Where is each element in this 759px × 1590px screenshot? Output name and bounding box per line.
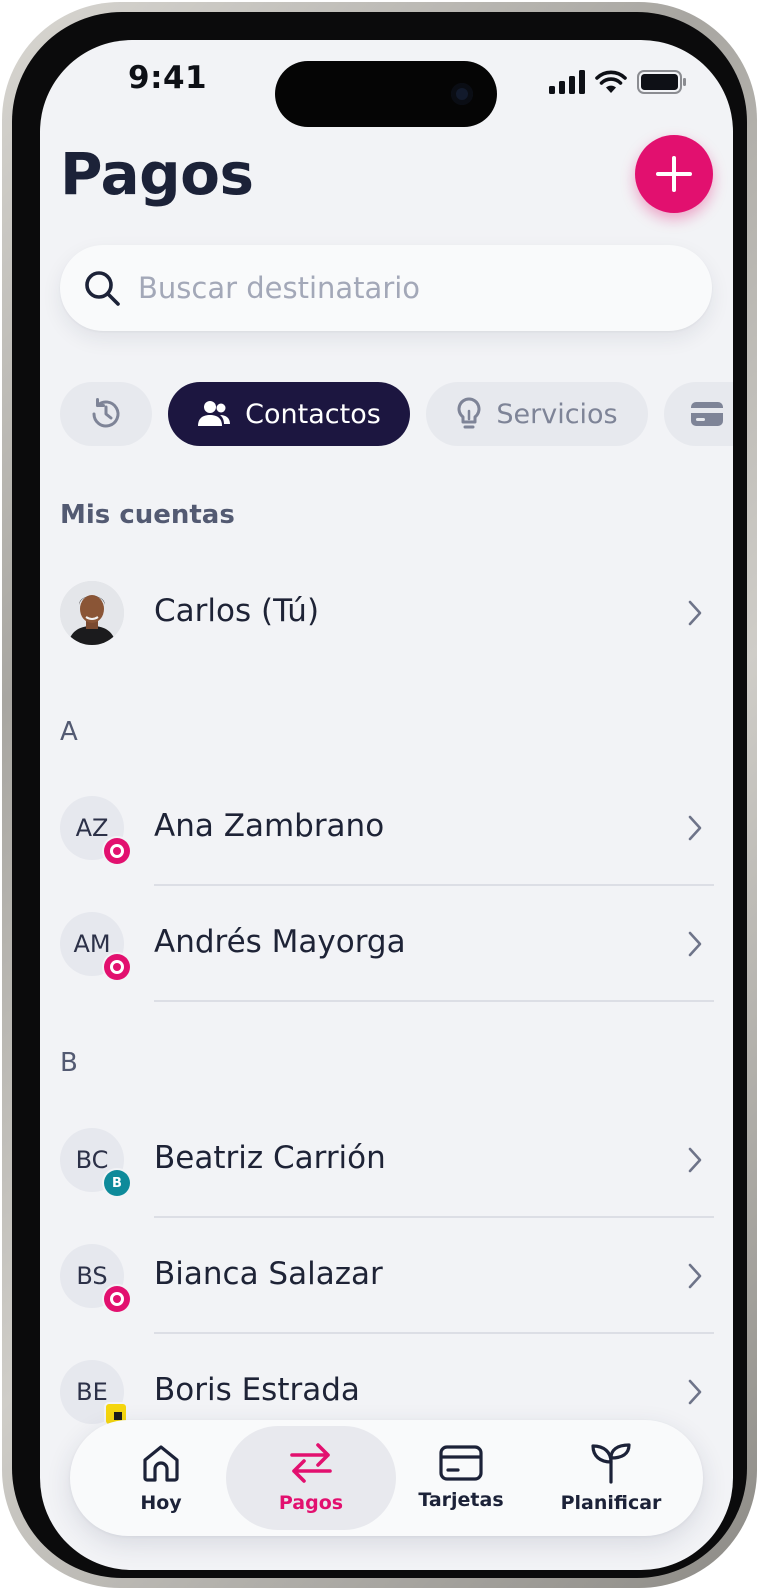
card-icon [691,402,723,426]
contact-row[interactable]: BS Bianca Salazar [40,1218,733,1334]
contact-row[interactable]: AZ Ana Zambrano [40,770,733,886]
tab-history[interactable] [60,382,152,446]
tab-cards[interactable] [664,382,733,446]
sprout-icon [591,1443,631,1484]
contact-name: Boris Estrada [154,1372,360,1408]
search-icon [82,268,122,308]
tab-contactos[interactable]: Contactos [168,382,410,446]
search-field[interactable]: Buscar destinatario [60,245,712,331]
tab-servicios-label: Servicios [496,398,618,430]
phone-frame: 9:41 Pagos Buscar destinatario Contactos… [2,2,757,1588]
contact-row[interactable]: BC B Beatriz Carrión [40,1102,733,1218]
chevron-right-icon [688,931,702,957]
page-title: Pagos [60,140,254,208]
tab-contactos-label: Contactos [245,398,381,430]
status-time: 9:41 [128,60,208,96]
bank-badge-icon [104,1286,130,1312]
cellular-signal-icon [549,70,585,94]
wifi-icon [595,70,627,93]
history-icon [92,398,120,428]
camera-icon [451,83,473,105]
nav-label: Pagos [278,1492,344,1514]
contact-name: Carlos (Tú) [154,593,320,629]
avatar-initials: BC [75,1146,109,1174]
chevron-right-icon [688,815,702,841]
phone-bezel: 9:41 Pagos Buscar destinatario Contactos… [12,12,747,1578]
chevron-right-icon [688,1263,702,1289]
lightbulb-icon [457,397,481,429]
app-screen: 9:41 Pagos Buscar destinatario Contactos… [40,40,733,1570]
home-icon [143,1445,179,1482]
account-row-self[interactable]: Carlos (Tú) [40,555,733,671]
status-indicators [549,70,687,94]
nav-item-planificar[interactable]: Planificar [526,1426,696,1530]
dynamic-island [275,61,497,127]
tab-servicios[interactable]: Servicios [426,382,648,446]
search-placeholder: Buscar destinatario [138,271,421,305]
contact-name: Ana Zambrano [154,808,385,844]
bank-badge-text: B [112,1175,122,1191]
nav-item-tarjetas[interactable]: Tarjetas [376,1426,546,1530]
chevron-right-icon [688,600,702,626]
bank-badge-icon [104,954,130,980]
nav-label: Planificar [560,1492,662,1514]
avatar-initials: BE [76,1378,108,1406]
card-icon [439,1445,483,1481]
contact-row[interactable]: AM Andrés Mayorga [40,886,733,1002]
bank-badge-icon [104,838,130,864]
plus-icon [656,156,692,192]
contact-name: Andrés Mayorga [154,924,406,960]
section-header-mis-cuentas: Mis cuentas [60,500,235,530]
avatar [60,581,124,645]
avatar-initials: AM [73,930,111,958]
filter-tabs: Contactos Servicios [60,382,733,446]
avatar-initials: BS [76,1262,108,1290]
chevron-right-icon [688,1379,702,1405]
contact-name: Beatriz Carrión [154,1140,386,1176]
chevron-right-icon [688,1147,702,1173]
user-photo-icon [60,581,124,645]
nav-item-hoy[interactable]: Hoy [76,1426,246,1530]
users-icon [198,401,231,426]
contact-name: Bianca Salazar [154,1256,383,1292]
bank-badge-icon: B [104,1170,130,1196]
divider [154,1000,714,1002]
nav-label: Tarjetas [418,1489,504,1511]
avatar-initials: AZ [75,814,109,842]
nav-label: Hoy [140,1492,182,1514]
transfer-arrows-icon [290,1443,332,1483]
nav-item-pagos[interactable]: Pagos [226,1426,396,1530]
battery-icon [637,70,686,94]
section-header-a: A [60,717,78,747]
bottom-navigation: Hoy Pagos Tarjetas Planificar [70,1420,703,1536]
add-payment-button[interactable] [635,135,713,213]
section-header-b: B [60,1048,78,1078]
